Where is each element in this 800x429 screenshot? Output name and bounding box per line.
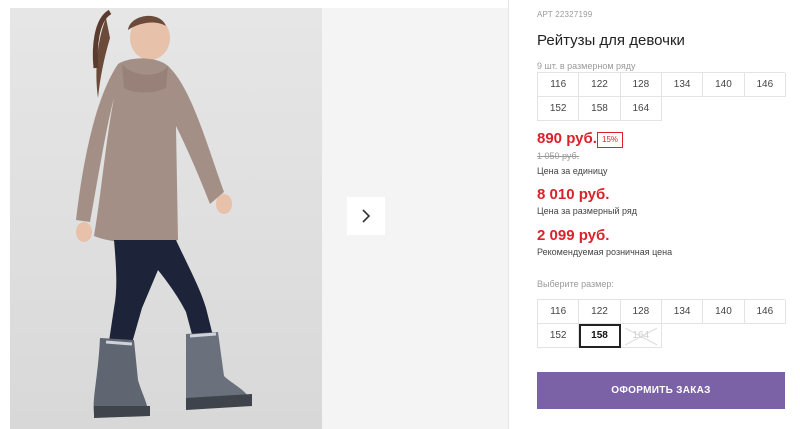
discount-badge: 15% bbox=[597, 132, 624, 148]
size-row-cell: 122 bbox=[579, 73, 621, 97]
order-button[interactable]: ОФОРМИТЬ ЗАКАЗ bbox=[537, 372, 785, 409]
size-picker-grid: 116 122 128 134 140 146 152 158 164 bbox=[537, 299, 786, 348]
row-price: 8 010 руб. bbox=[537, 186, 610, 203]
size-row-cell: 152 bbox=[538, 97, 580, 121]
size-row-caption: 9 шт. в размерном ряду bbox=[537, 61, 636, 71]
size-option-146[interactable]: 146 bbox=[744, 300, 786, 324]
chevron-right-icon bbox=[362, 209, 371, 223]
unit-price-label: Цена за единицу bbox=[537, 166, 608, 176]
size-option-164: 164 bbox=[620, 324, 662, 348]
size-row-grid: 116 122 128 134 140 146 152 158 164 bbox=[537, 72, 786, 121]
size-row-cell: 134 bbox=[661, 73, 704, 97]
gallery-next-button[interactable] bbox=[347, 197, 385, 235]
size-row-cell: 164 bbox=[620, 97, 662, 121]
size-row-cell: 128 bbox=[620, 73, 662, 97]
retail-price-label: Рекомендуемая розничная цена bbox=[537, 247, 673, 257]
old-price: 1 050 руб. bbox=[537, 151, 580, 161]
size-row-cell: 116 bbox=[538, 73, 580, 97]
size-option-152[interactable]: 152 bbox=[538, 324, 580, 348]
product-title: Рейтузы для девочки bbox=[537, 32, 685, 49]
row-price-label: Цена за размерный ряд bbox=[537, 206, 638, 216]
unit-price: 890 руб. bbox=[537, 130, 597, 147]
size-option-116[interactable]: 116 bbox=[538, 300, 580, 324]
size-picker-caption: Выберите размер: bbox=[537, 279, 614, 289]
size-row-cell: 146 bbox=[744, 73, 786, 97]
product-gallery bbox=[10, 8, 508, 429]
divider bbox=[508, 0, 509, 429]
size-option-158[interactable]: 158 bbox=[579, 324, 621, 348]
size-row-cell: 140 bbox=[703, 73, 745, 97]
retail-price: 2 099 руб. bbox=[537, 227, 610, 244]
product-photo bbox=[10, 8, 322, 429]
size-option-128[interactable]: 128 bbox=[620, 300, 662, 324]
size-option-140[interactable]: 140 bbox=[703, 300, 745, 324]
size-option-122[interactable]: 122 bbox=[579, 300, 621, 324]
size-option-134[interactable]: 134 bbox=[661, 300, 704, 324]
size-row-cell: 158 bbox=[579, 97, 621, 121]
article-number: АРТ 22327199 bbox=[537, 10, 593, 19]
